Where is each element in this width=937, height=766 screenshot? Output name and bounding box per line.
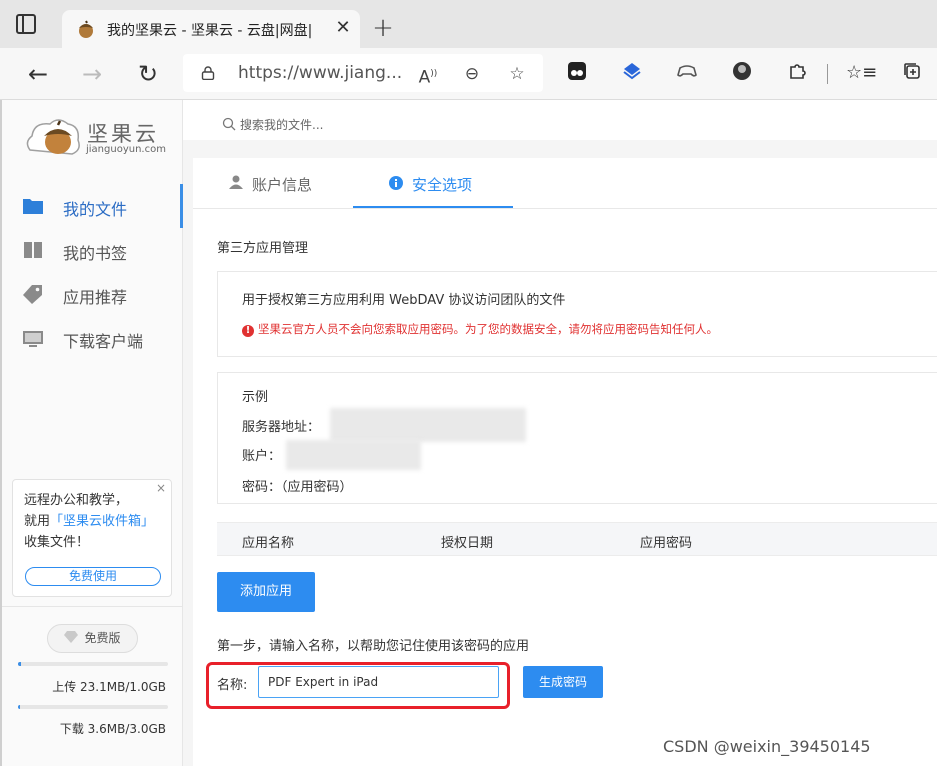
browser-tab-bar: 我的坚果云 - 坚果云 - 云盘|网盘| ✕ +: [0, 0, 937, 48]
extension-stack-icon[interactable]: [620, 61, 644, 85]
content-background: [183, 140, 193, 766]
account-label: 账户：: [242, 449, 282, 464]
name-label: 名称:: [217, 678, 248, 693]
download-quota-bar: [18, 705, 168, 709]
tab-title: 我的坚果云 - 坚果云 - 云盘|网盘|: [107, 23, 313, 39]
column-header: 应用名称: [242, 536, 295, 551]
close-tab-icon[interactable]: ✕: [332, 17, 354, 39]
apps-table-header: 应用名称 授权日期 应用密码: [217, 522, 937, 556]
sidebar-item-my-files[interactable]: 我的文件: [0, 184, 183, 228]
sidebar-item-label: 我的文件: [63, 200, 128, 219]
favorites-list-icon[interactable]: ☆≡: [846, 61, 877, 85]
server-address-label: 服务器地址：: [242, 420, 321, 435]
extension-avatar-icon[interactable]: [730, 61, 754, 85]
step-instruction: 第一步，请输入名称，以帮助您记住使用该密码的应用: [217, 639, 530, 654]
browser-tab[interactable]: 我的坚果云 - 坚果云 - 云盘|网盘| ✕: [62, 10, 360, 48]
add-app-button[interactable]: 添加应用: [217, 572, 315, 612]
example-box: 示例 服务器地址： 账户： 密码：（应用密码）: [217, 372, 937, 504]
redacted-account: [286, 440, 421, 470]
column-header: 授权日期: [441, 536, 494, 551]
collections-icon[interactable]: [900, 61, 924, 85]
warning-text: ! 坚果云官方人员不会向您索取应用密码。为了您的数据安全，请勿将应用密码告知任何人…: [242, 321, 718, 337]
info-icon: [389, 176, 403, 190]
new-tab-button[interactable]: +: [371, 15, 395, 41]
sidebar-item-bookmarks[interactable]: 我的书签: [0, 228, 183, 272]
content-background: [183, 140, 937, 158]
extension-tampermonkey-icon[interactable]: [565, 61, 589, 85]
folder-icon: [23, 199, 43, 214]
free-use-button[interactable]: 免费使用: [25, 567, 161, 586]
extensions-puzzle-icon[interactable]: [785, 61, 809, 85]
upload-quota-text: 上传 23.1MB/1.0GB: [52, 680, 166, 694]
description-text: 用于授权第三方应用利用 WebDAV 协议访问团队的文件: [242, 293, 566, 308]
warning-icon: !: [242, 325, 254, 337]
search-input[interactable]: [240, 115, 540, 135]
diamond-icon: [64, 631, 79, 643]
download-quota-text: 下载 3.6MB/3.0GB: [59, 722, 166, 736]
sidebar-item-label: 应用推荐: [63, 288, 128, 307]
promo-text: 远程办公和教学， 就用「坚果云收件箱」 收集文件！: [24, 490, 169, 553]
download-quota-fill: [18, 705, 21, 709]
user-icon: [229, 175, 243, 189]
nut-favicon-icon: [79, 20, 93, 38]
promo-card: × 远程办公和教学， 就用「坚果云收件箱」 收集文件！ 免费使用: [12, 479, 172, 597]
lock-icon: [201, 66, 215, 80]
read-aloud-icon[interactable]: A)): [417, 63, 439, 88]
promo-line-prefix: 就用: [24, 514, 51, 529]
sidebar-item-download-client[interactable]: 下载客户端: [0, 316, 183, 360]
description-box: 用于授权第三方应用利用 WebDAV 协议访问团队的文件 ! 坚果云官方人员不会向…: [217, 271, 937, 357]
logo-domain: jianguoyun.com: [86, 144, 166, 155]
toolbar-divider: [827, 64, 828, 84]
extension-gamepad-icon[interactable]: [675, 61, 699, 85]
section-title: 第三方应用管理: [217, 241, 309, 256]
plan-label: 免费版: [84, 631, 121, 645]
reload-icon[interactable]: ↻: [134, 60, 162, 88]
address-bar[interactable]: https://www.jiang... A)) ⊖ ☆: [183, 54, 543, 92]
column-header: 应用密码: [640, 536, 693, 551]
tab-actions-icon[interactable]: [16, 14, 36, 34]
password-label: 密码：（应用密码）: [242, 480, 353, 495]
sidebar-item-label: 下载客户端: [63, 332, 144, 351]
generate-password-button[interactable]: 生成密码: [523, 666, 603, 698]
warning-message: 坚果云官方人员不会向您索取应用密码。为了您的数据安全，请勿将应用密码告知任何人。: [258, 322, 718, 336]
add-favorite-icon[interactable]: ☆: [506, 63, 528, 85]
nut-logo-icon: [26, 119, 80, 155]
upload-quota-bar: [18, 662, 168, 666]
promo-line: 就用「坚果云收件箱」: [24, 511, 169, 532]
watermark: CSDN @weixin_39450145: [663, 737, 871, 756]
zoom-out-icon[interactable]: ⊖: [461, 63, 483, 85]
tab-label: 账户信息: [252, 176, 313, 194]
plan-badge[interactable]: 免费版: [47, 624, 138, 653]
url-text[interactable]: https://www.jiang...: [238, 63, 402, 83]
upload-quota-fill: [18, 662, 22, 666]
promo-inbox-link[interactable]: 「坚果云收件箱」: [50, 514, 154, 529]
tab-label: 安全选项: [412, 176, 473, 194]
monitor-icon: [23, 331, 43, 347]
logo[interactable]: 坚果云 jianguoyun.com: [24, 116, 166, 162]
redacted-server-address: [330, 408, 526, 442]
tag-icon: [23, 285, 42, 304]
sidebar-item-label: 我的书签: [63, 244, 128, 263]
divider: [0, 606, 182, 607]
app-name-input[interactable]: [258, 666, 499, 698]
promo-line: 远程办公和教学，: [24, 493, 129, 508]
forward-arrow-icon[interactable]: →: [78, 60, 106, 88]
search-icon: [222, 117, 236, 131]
book-icon: [24, 242, 42, 258]
tab-divider: [193, 208, 937, 209]
sidebar-item-app-recommend[interactable]: 应用推荐: [0, 272, 183, 316]
window-edge: [0, 100, 2, 766]
sidebar: 坚果云 jianguoyun.com 我的文件 我的书签 应用推荐 下载客户端 …: [0, 100, 183, 766]
back-arrow-icon[interactable]: ←: [24, 60, 52, 88]
promo-line: 收集文件！: [24, 535, 90, 550]
example-title: 示例: [242, 390, 269, 405]
